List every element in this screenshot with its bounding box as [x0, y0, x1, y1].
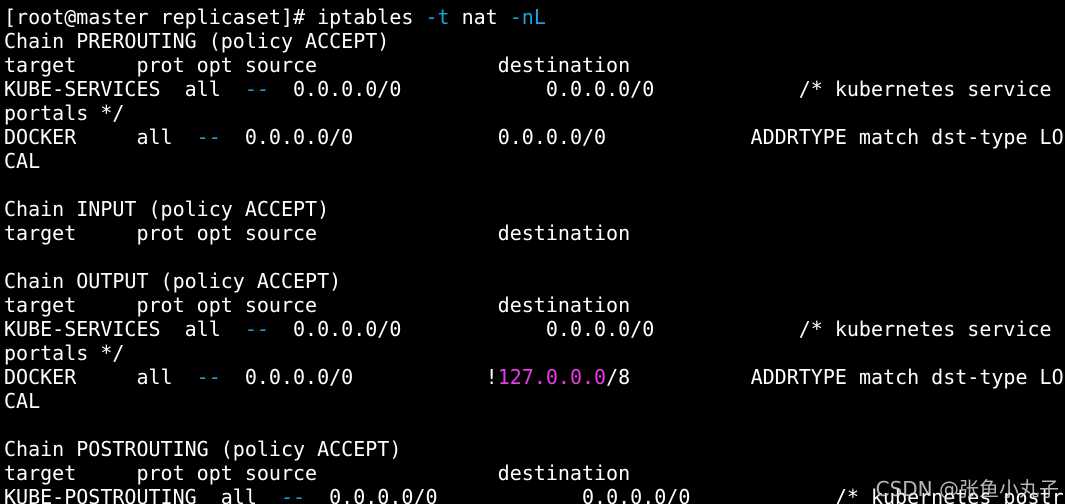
output-line: DOCKER all -- 0.0.0.0/0 !127.0.0.0/8 ADD…: [4, 365, 1065, 389]
text-segment: DOCKER all: [4, 125, 197, 149]
text-segment: KUBE-SERVICES all: [4, 317, 245, 341]
output-line: DOCKER all -- 0.0.0.0/0 0.0.0.0/0 ADDRTY…: [4, 125, 1065, 149]
text-segment: nat: [449, 5, 510, 29]
output-line: Chain INPUT (policy ACCEPT): [4, 197, 1065, 221]
text-segment: 0.0.0.0/0 0.0.0.0/0 /* kubernetes servic…: [268, 77, 1052, 101]
output-line: target prot opt source destination: [4, 293, 1065, 317]
output-line: portals */: [4, 101, 1065, 125]
text-segment: KUBE-POSTROUTING all: [4, 485, 281, 504]
text-segment: Chain POSTROUTING (policy ACCEPT): [4, 437, 402, 461]
output-line: Chain POSTROUTING (policy ACCEPT): [4, 437, 1065, 461]
text-segment: target prot opt source destination: [4, 461, 631, 485]
output-line: KUBE-SERVICES all -- 0.0.0.0/0 0.0.0.0/0…: [4, 77, 1065, 101]
opt-dashes: --: [244, 317, 269, 341]
terminal-output[interactable]: [root@master replicaset]# iptables -t na…: [4, 5, 1065, 504]
output-line: KUBE-POSTROUTING all -- 0.0.0.0/0 0.0.0.…: [4, 485, 1065, 504]
text-segment: target prot opt source destination: [4, 221, 631, 245]
output-line: target prot opt source destination: [4, 53, 1065, 77]
opt-dashes: --: [280, 485, 306, 504]
opt-dashes: --: [196, 365, 221, 389]
text-segment: [root@master replicaset]# iptables: [4, 5, 426, 29]
text-segment: CAL: [4, 149, 41, 173]
text-segment: 0.0.0.0/0 0.0.0.0/0 ADDRTYPE match dst-t…: [220, 125, 1064, 149]
command-line: [root@master replicaset]# iptables -t na…: [4, 5, 1065, 29]
text-segment: Chain OUTPUT (policy ACCEPT): [4, 269, 342, 293]
command-flag: -t: [425, 5, 450, 29]
output-line: Chain OUTPUT (policy ACCEPT): [4, 269, 1065, 293]
text-segment: portals */: [4, 101, 125, 125]
command-flag: -nL: [509, 5, 546, 29]
text-segment: DOCKER all: [4, 365, 197, 389]
text-segment: target prot opt source destination: [4, 53, 631, 77]
output-line: Chain PREROUTING (policy ACCEPT): [4, 29, 1065, 53]
text-segment: 0.0.0.0/0 !: [220, 365, 498, 389]
output-line: target prot opt source destination: [4, 221, 1065, 245]
output-line: KUBE-SERVICES all -- 0.0.0.0/0 0.0.0.0/0…: [4, 317, 1065, 341]
text-segment: /8 ADDRTYPE match dst-type LO: [606, 365, 1064, 389]
text-segment: target prot opt source destination: [4, 293, 631, 317]
text-segment: CAL: [4, 389, 41, 413]
output-line: target prot opt source destination: [4, 461, 1065, 485]
text-segment: 0.0.0.0/0 0.0.0.0/0 /* kubernetes postr: [305, 485, 1064, 504]
text-segment: Chain PREROUTING (policy ACCEPT): [4, 29, 390, 53]
text-segment: 0.0.0.0/0 0.0.0.0/0 /* kubernetes servic…: [268, 317, 1052, 341]
highlighted-ip: 127.0.0.0: [497, 365, 607, 389]
opt-dashes: --: [244, 77, 269, 101]
opt-dashes: --: [196, 125, 221, 149]
output-line: CAL: [4, 149, 1065, 173]
output-line: portals */: [4, 341, 1065, 365]
output-line: CAL: [4, 389, 1065, 413]
text-segment: Chain INPUT (policy ACCEPT): [4, 197, 330, 221]
text-segment: KUBE-SERVICES all: [4, 77, 245, 101]
text-segment: portals */: [4, 341, 125, 365]
